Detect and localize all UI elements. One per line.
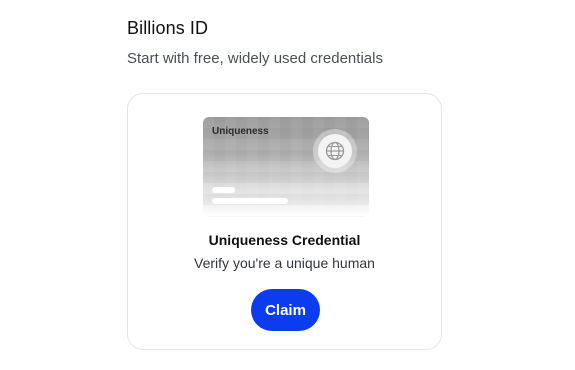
credential-preview: Uniqueness · · — [203, 117, 369, 217]
claim-button[interactable]: Claim — [251, 289, 320, 331]
credential-preview-label: Uniqueness — [212, 126, 269, 137]
section-subtitle: Start with free, widely used credentials — [127, 50, 383, 67]
credential-card: Uniqueness · · Uniqueness Credential Veri… — [127, 93, 442, 350]
credential-description: Verify you're a unique human — [194, 255, 375, 271]
credential-dots-icon: · · — [353, 189, 355, 198]
credential-name: Uniqueness Credential — [208, 232, 361, 248]
section-title: Billions ID — [127, 18, 209, 38]
globe-badge — [313, 129, 357, 173]
credential-placeholder-bar-long — [212, 198, 288, 204]
globe-icon — [318, 134, 352, 168]
billions-id-section: Billions ID Start with free, widely used… — [0, 0, 575, 370]
credential-placeholder-bar-short — [212, 187, 235, 193]
